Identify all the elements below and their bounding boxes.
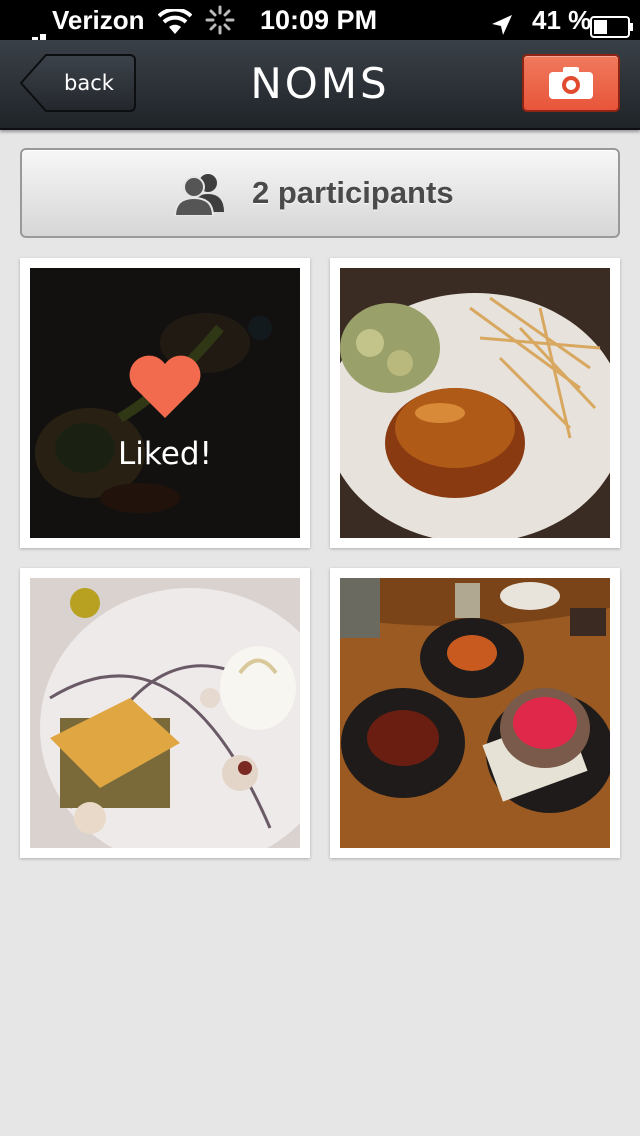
camera-icon [549,67,593,99]
back-button[interactable]: back [20,54,136,112]
people-icon [173,174,224,216]
photo-tile[interactable]: Liked! [20,258,310,548]
location-arrow-icon [490,8,514,35]
carrier-name: Verizon [52,5,145,35]
back-label: back [64,71,114,95]
battery-percent: 41 % [532,5,592,35]
signal-bars-icon [8,12,48,52]
photo-tile[interactable] [20,568,310,858]
liked-label: Liked! [118,436,212,472]
wifi-icon [157,6,193,34]
battery-icon [590,9,634,38]
status-time: 10:09 PM [260,5,378,35]
activity-spinner-icon [205,5,235,35]
status-bar: Verizon 10:09 PM 41 % [0,0,640,52]
liked-overlay: Liked! [30,268,300,538]
food-photo: Liked! [30,268,300,538]
photo-tile[interactable] [330,568,620,858]
food-photo [340,268,610,538]
camera-button[interactable] [522,54,620,112]
heart-icon [129,355,201,418]
nav-bar: back NOMS [0,40,640,130]
food-photo [30,578,300,848]
participants-label: 2 participants [252,175,454,210]
food-photo [340,578,610,848]
page-title: NOMS [250,59,390,108]
photo-tile[interactable] [330,258,620,548]
participants-button[interactable]: 2 participants [20,148,620,238]
